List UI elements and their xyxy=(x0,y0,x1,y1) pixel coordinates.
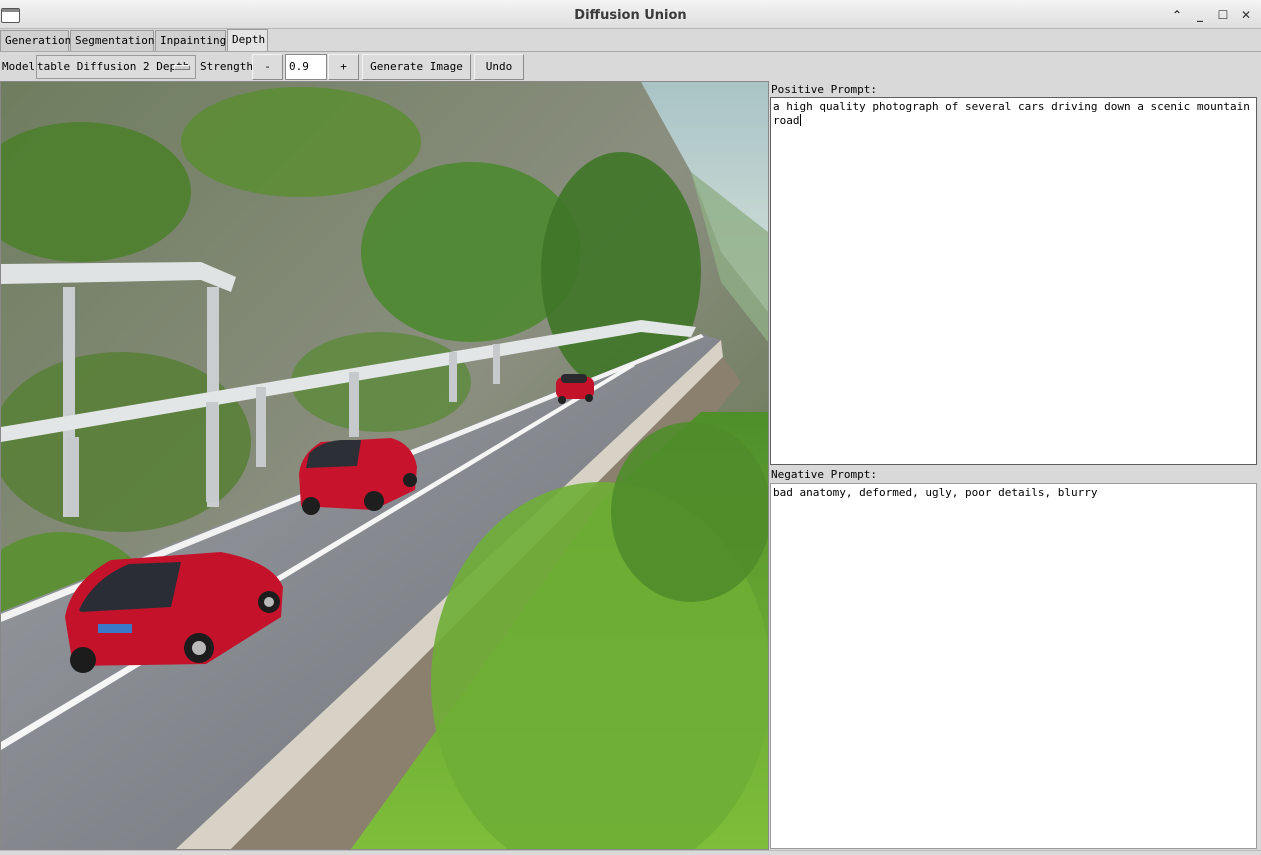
strength-decrement-button[interactable]: - xyxy=(252,54,283,80)
model-select-value: table Diffusion 2 Depth xyxy=(37,60,190,73)
negative-prompt-text: bad anatomy, deformed, ugly, poor detail… xyxy=(773,486,1098,499)
text-cursor xyxy=(799,114,801,126)
model-label: Model xyxy=(2,60,36,73)
bottom-border xyxy=(0,850,1261,855)
tab-generation[interactable]: Generation xyxy=(0,30,71,51)
undo-button[interactable]: Undo xyxy=(474,54,524,80)
toolbar: Model table Diffusion 2 Depth Strength -… xyxy=(0,51,1261,81)
dropdown-indicator-icon xyxy=(174,65,190,70)
strength-label: Strength xyxy=(200,60,253,73)
tab-depth[interactable]: Depth xyxy=(227,29,268,51)
generated-image xyxy=(1,82,768,849)
strength-input[interactable]: 0.9 xyxy=(285,54,327,80)
close-icon[interactable]: ✕ xyxy=(1238,7,1254,23)
tab-bar: Generation Segmentation Inpainting Depth xyxy=(0,29,1261,51)
collapse-icon[interactable]: ⌃ xyxy=(1169,7,1185,23)
window-title: Diffusion Union xyxy=(574,8,687,23)
positive-prompt-textarea[interactable]: a high quality photograph of several car… xyxy=(770,97,1257,465)
positive-prompt-label: Positive Prompt: xyxy=(771,83,877,96)
maximize-icon[interactable]: ☐ xyxy=(1215,7,1231,23)
positive-prompt-text: a high quality photograph of several car… xyxy=(773,100,1257,127)
generate-image-button[interactable]: Generate Image xyxy=(362,54,471,80)
title-bar: Diffusion Union ⌃ _ ☐ ✕ xyxy=(0,0,1261,29)
minimize-icon[interactable]: _ xyxy=(1192,7,1208,23)
tab-inpainting[interactable]: Inpainting xyxy=(155,30,226,51)
model-select[interactable]: table Diffusion 2 Depth xyxy=(36,55,196,79)
negative-prompt-textarea[interactable]: bad anatomy, deformed, ugly, poor detail… xyxy=(770,483,1257,849)
strength-increment-button[interactable]: + xyxy=(328,54,359,80)
generated-image-canvas[interactable] xyxy=(0,81,769,850)
tab-segmentation[interactable]: Segmentation xyxy=(70,30,154,51)
negative-prompt-label: Negative Prompt: xyxy=(771,468,877,481)
